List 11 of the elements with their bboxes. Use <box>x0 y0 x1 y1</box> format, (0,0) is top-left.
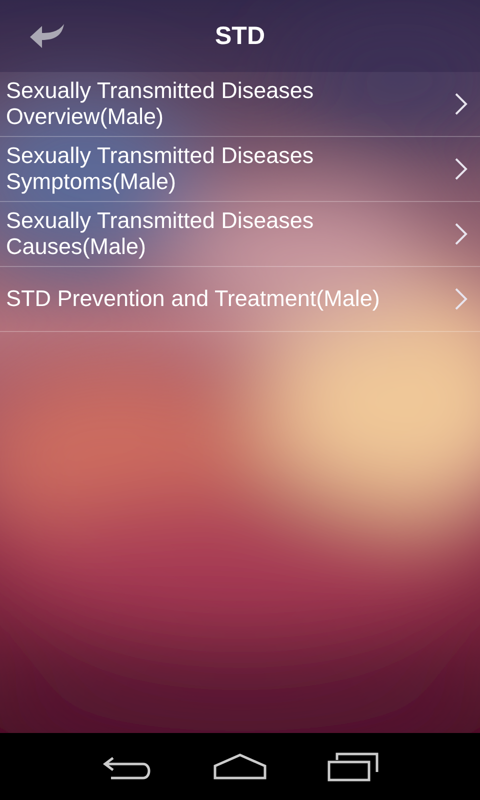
chevron-right-icon <box>454 222 468 246</box>
list-item[interactable]: Sexually Transmitted Diseases Symptoms(Male) <box>0 137 480 201</box>
recent-apps-icon[interactable] <box>325 752 382 782</box>
chevron-right-icon <box>454 157 468 181</box>
chevron-right-icon <box>454 287 468 311</box>
screen-title: STD <box>215 22 265 50</box>
home-icon[interactable] <box>212 752 268 782</box>
list-item[interactable]: Sexually Transmitted Diseases Overview(Male) <box>0 72 480 136</box>
list-item[interactable]: Sexually Transmitted Diseases Causes(Male) <box>0 202 480 266</box>
list-item[interactable]: STD Prevention and Treatment(Male) <box>0 267 480 331</box>
chevron-right-icon <box>454 92 468 116</box>
